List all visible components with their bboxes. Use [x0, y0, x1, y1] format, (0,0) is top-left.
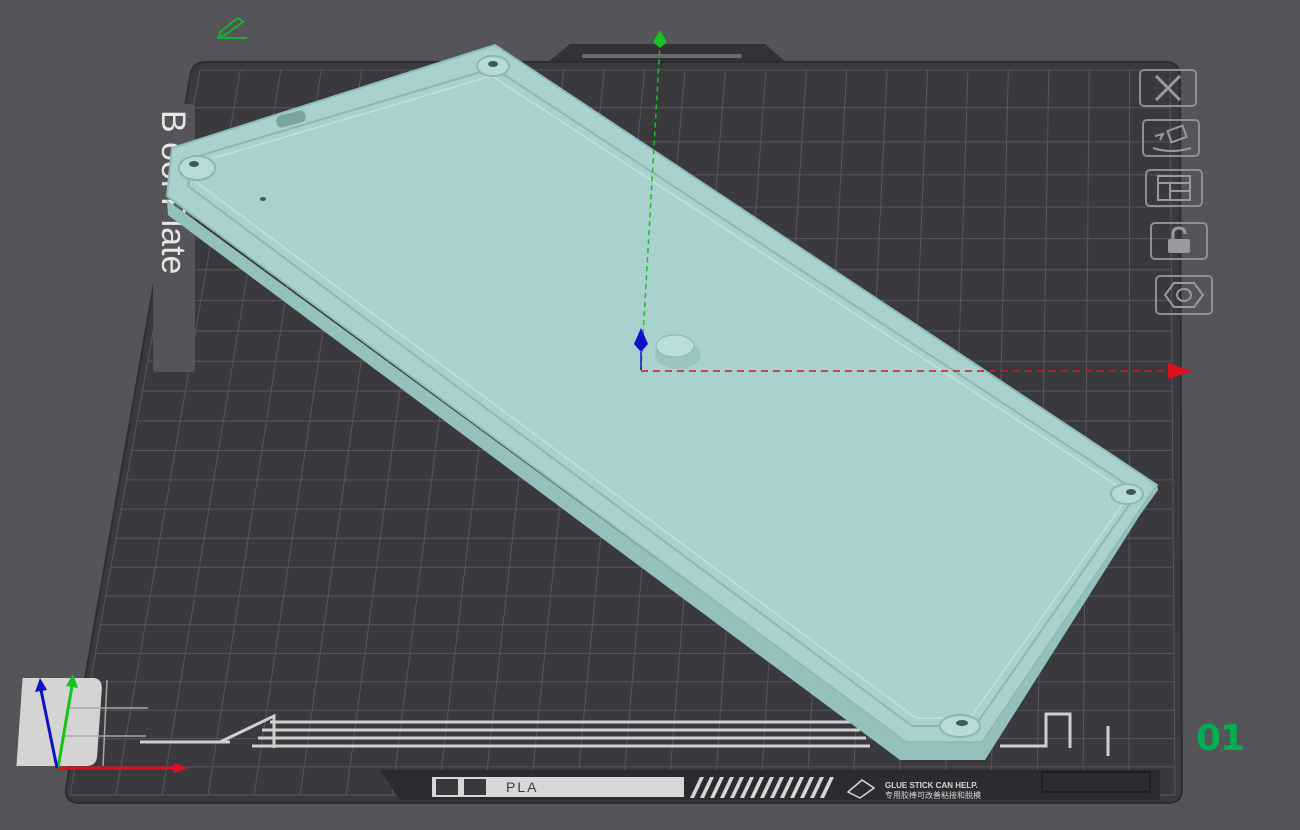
auto-orient-button[interactable] [1142, 119, 1200, 157]
plate-number: 01 [1196, 718, 1245, 759]
grid-line-v [1128, 69, 1131, 796]
close-icon [1154, 74, 1182, 102]
hexagon-nut-icon [1163, 282, 1205, 308]
build-plate-viewport[interactable]: PLA GLUE STICK CAN HELP. 专用胶棒可改善粘接和脱模 B … [0, 0, 1300, 830]
glue-hint-cn: 专用胶棒可改善粘接和脱模 [885, 790, 981, 800]
plate-settings-button[interactable] [1155, 275, 1213, 315]
arrange-button[interactable] [1145, 169, 1203, 207]
lock-icon [1168, 226, 1190, 253]
edit-plate-name-icon[interactable] [214, 14, 250, 45]
bed-top-tab [548, 44, 786, 62]
auto-orient-icon [1152, 124, 1192, 152]
filament-label: PLA [506, 779, 538, 795]
remove-plate-button[interactable] [1139, 69, 1197, 107]
glue-hint-en: GLUE STICK CAN HELP. [885, 781, 978, 790]
lock-plate-button[interactable] [1150, 222, 1208, 260]
arrange-icon [1157, 175, 1191, 201]
